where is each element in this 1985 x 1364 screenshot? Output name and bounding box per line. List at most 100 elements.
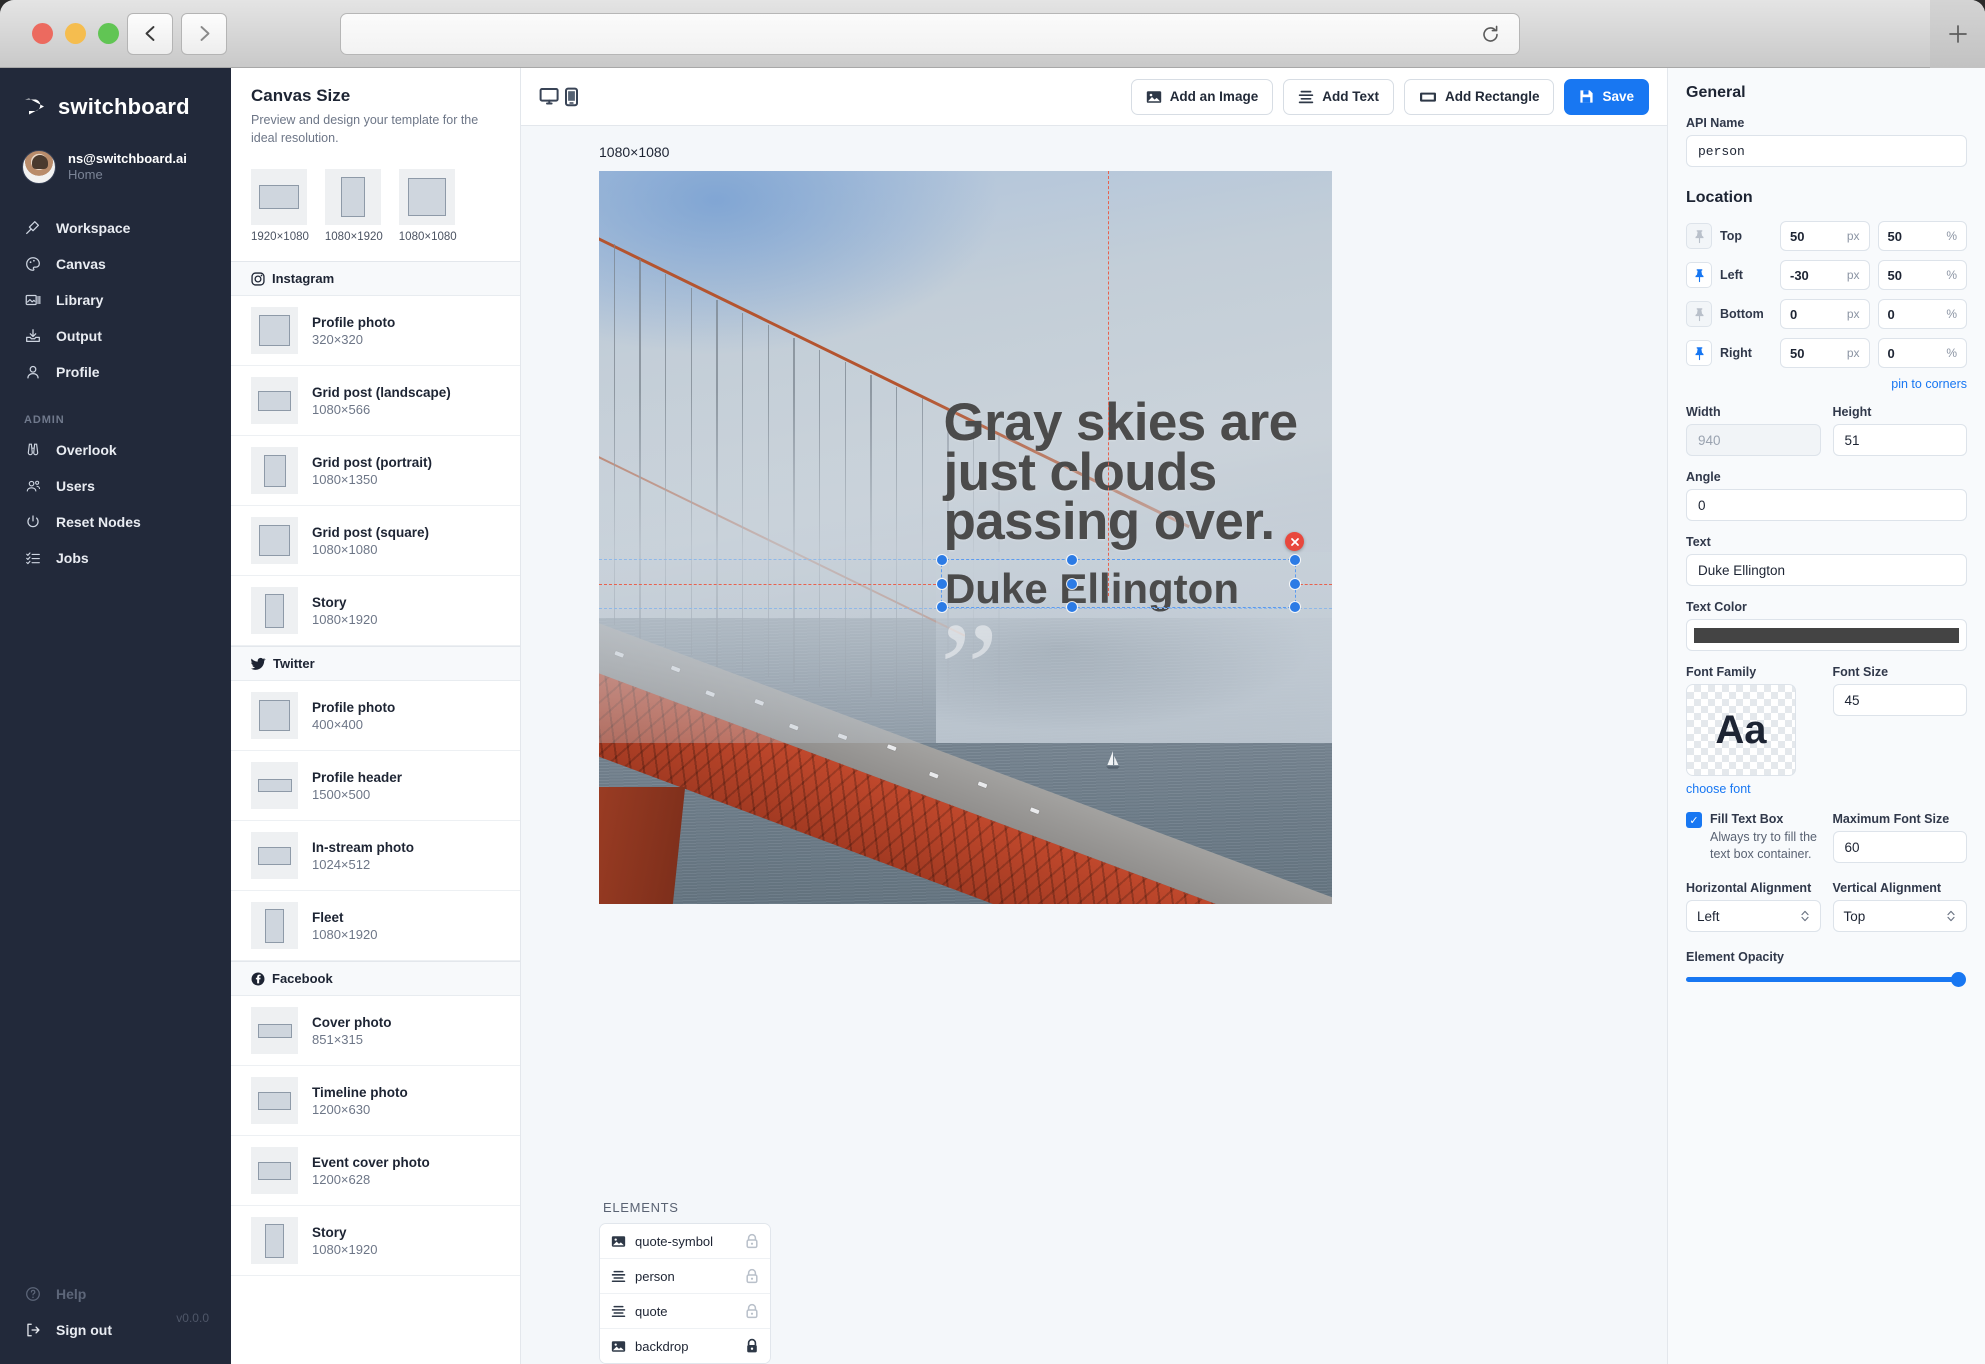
sidebar-item-output[interactable]: Output <box>0 318 231 354</box>
fill-text-box-checkbox[interactable]: ✓ <box>1686 812 1702 828</box>
element-opacity-slider[interactable] <box>1686 972 1966 987</box>
sidebar-item-canvas[interactable]: Canvas <box>0 246 231 282</box>
save-button[interactable]: Save <box>1564 78 1649 115</box>
quote-line-3: passing over. <box>943 491 1276 551</box>
bottom-pct-input[interactable]: 0 % <box>1877 299 1967 329</box>
help-button[interactable]: Help <box>0 1276 231 1312</box>
brand-logo[interactable]: switchboard <box>0 68 231 120</box>
list-item[interactable]: quote-symbol <box>600 1224 770 1259</box>
text-input[interactable]: Duke Ellington <box>1686 554 1967 586</box>
pin-right-toggle[interactable] <box>1686 340 1712 366</box>
sidebar-item-overlook[interactable]: Overlook <box>0 432 231 468</box>
top-pct-input[interactable]: 50 % <box>1877 221 1967 251</box>
resize-handle-top-center[interactable] <box>1067 555 1078 566</box>
horizontal-alignment-select[interactable]: Left <box>1686 900 1821 932</box>
phone-icon[interactable] <box>565 86 578 108</box>
quick-size-1080x1920[interactable]: 1080×1920 <box>324 169 383 243</box>
list-item[interactable]: backdrop <box>600 1329 770 1363</box>
layer-name: person <box>635 1268 675 1284</box>
account-block[interactable]: ns@switchboard.ai Home <box>0 120 231 184</box>
angle-input[interactable]: 0 <box>1686 489 1967 521</box>
preset-item[interactable]: Fleet 1080×1920 <box>231 891 520 962</box>
back-button[interactable] <box>127 12 173 55</box>
sidebar-item-workspace[interactable]: Workspace <box>0 210 231 246</box>
vertical-alignment-select[interactable]: Top <box>1832 900 1967 932</box>
location-section-title: Location <box>1686 189 1753 206</box>
resize-handle-top-left[interactable] <box>936 555 947 566</box>
preset-item[interactable]: Event cover photo 1200×628 <box>231 1136 520 1207</box>
resize-handle-bottom-left[interactable] <box>936 601 947 612</box>
sidebar-item-profile[interactable]: Profile <box>0 354 231 390</box>
add-an-image-button[interactable]: Add an Image <box>1130 78 1274 115</box>
resize-handle-center[interactable] <box>1067 578 1078 589</box>
top-px-input[interactable]: 50 px <box>1780 221 1870 251</box>
quick-size-1920x1080[interactable]: 1920×1080 <box>251 169 309 243</box>
resize-handle-right[interactable] <box>1290 578 1301 589</box>
left-pct-input[interactable]: 50 % <box>1877 260 1967 290</box>
preset-item[interactable]: Story 1080×1920 <box>231 576 520 647</box>
lock-icon[interactable] <box>745 1338 759 1354</box>
device-toggle[interactable] <box>539 86 578 108</box>
right-px-input[interactable]: 50 px <box>1780 338 1870 368</box>
sidebar-item-jobs[interactable]: Jobs <box>0 540 231 576</box>
sidebar-item-reset-nodes[interactable]: Reset Nodes <box>0 504 231 540</box>
lock-icon[interactable] <box>745 1303 759 1319</box>
lock-icon[interactable] <box>745 1268 759 1284</box>
maximum-font-size-input[interactable]: 60 <box>1832 831 1967 863</box>
minimize-window-button[interactable] <box>65 23 86 44</box>
sidebar-item-users[interactable]: Users <box>0 468 231 504</box>
selection-box[interactable] <box>936 532 1305 612</box>
reload-icon[interactable] <box>1480 24 1501 45</box>
right-pct-input[interactable]: 0 % <box>1877 338 1967 368</box>
preset-item[interactable]: Timeline photo 1200×630 <box>231 1066 520 1137</box>
preset-item[interactable]: Profile photo 400×400 <box>231 681 520 752</box>
font-size-input[interactable]: 45 <box>1832 684 1967 716</box>
quote-text-element[interactable]: Gray skies are just clouds passing over. <box>943 396 1325 551</box>
preset-item[interactable]: Grid post (landscape) 1080×566 <box>231 366 520 437</box>
quick-size-1080x1080[interactable]: 1080×1080 <box>398 169 457 243</box>
add-rectangle-button[interactable]: Add Rectangle <box>1403 78 1555 115</box>
height-input[interactable]: 51 <box>1832 424 1967 456</box>
pin-bottom-toggle[interactable] <box>1686 301 1712 327</box>
new-tab-button[interactable] <box>1930 0 1985 68</box>
list-item[interactable]: quote <box>600 1294 770 1329</box>
preset-item[interactable]: Profile header 1500×500 <box>231 751 520 822</box>
slider-thumb[interactable] <box>1951 972 1966 987</box>
preset-item[interactable]: Story 1080×1920 <box>231 1206 520 1277</box>
maximize-window-button[interactable] <box>98 23 119 44</box>
design-canvas[interactable]: Gray skies are just clouds passing over.… <box>599 171 1332 904</box>
forward-button[interactable] <box>181 12 227 55</box>
api-name-input[interactable]: person <box>1686 135 1967 167</box>
bottom-px-input[interactable]: 0 px <box>1780 299 1870 329</box>
monitor-icon[interactable] <box>539 86 561 108</box>
font-preview[interactable]: Aa <box>1686 684 1796 776</box>
add-image-label: Add an Image <box>1169 89 1259 104</box>
preset-name: Grid post (portrait) <box>312 454 432 470</box>
preset-item[interactable]: Profile photo 320×320 <box>231 296 520 367</box>
quote-symbol-element[interactable]: ” <box>940 603 999 735</box>
resize-handle-bottom-right[interactable] <box>1290 601 1301 612</box>
pin-to-corners-link[interactable]: pin to corners <box>1686 377 1967 391</box>
value: 50 <box>1790 228 1805 244</box>
left-px-input[interactable]: -30 px <box>1780 260 1870 290</box>
close-window-button[interactable] <box>32 23 53 44</box>
preset-item[interactable]: Grid post (square) 1080×1080 <box>231 506 520 577</box>
add-text-button[interactable]: Add Text <box>1283 78 1394 115</box>
text-layer-icon <box>611 1270 626 1282</box>
resize-handle-left[interactable] <box>936 578 947 589</box>
url-bar[interactable] <box>340 13 1520 55</box>
sidebar-item-library[interactable]: Library <box>0 282 231 318</box>
pin-top-toggle[interactable] <box>1686 223 1712 249</box>
editor-area: Add an Image Add Text Add Rectangle Save… <box>521 68 1667 1364</box>
text-color-picker[interactable] <box>1686 619 1967 651</box>
list-item[interactable]: person <box>600 1259 770 1294</box>
pin-left-toggle[interactable] <box>1686 262 1712 288</box>
unit: px <box>1846 229 1860 243</box>
choose-font-link[interactable]: choose font <box>1686 782 1821 796</box>
preset-item[interactable]: Cover photo 851×315 <box>231 996 520 1067</box>
canvas-size-panel[interactable]: Canvas Size Preview and design your temp… <box>231 68 521 1364</box>
lock-icon[interactable] <box>745 1233 759 1249</box>
preset-item[interactable]: Grid post (portrait) 1080×1350 <box>231 436 520 507</box>
preset-item[interactable]: In-stream photo 1024×512 <box>231 821 520 892</box>
sidebar-item-label: Reset Nodes <box>56 514 141 530</box>
